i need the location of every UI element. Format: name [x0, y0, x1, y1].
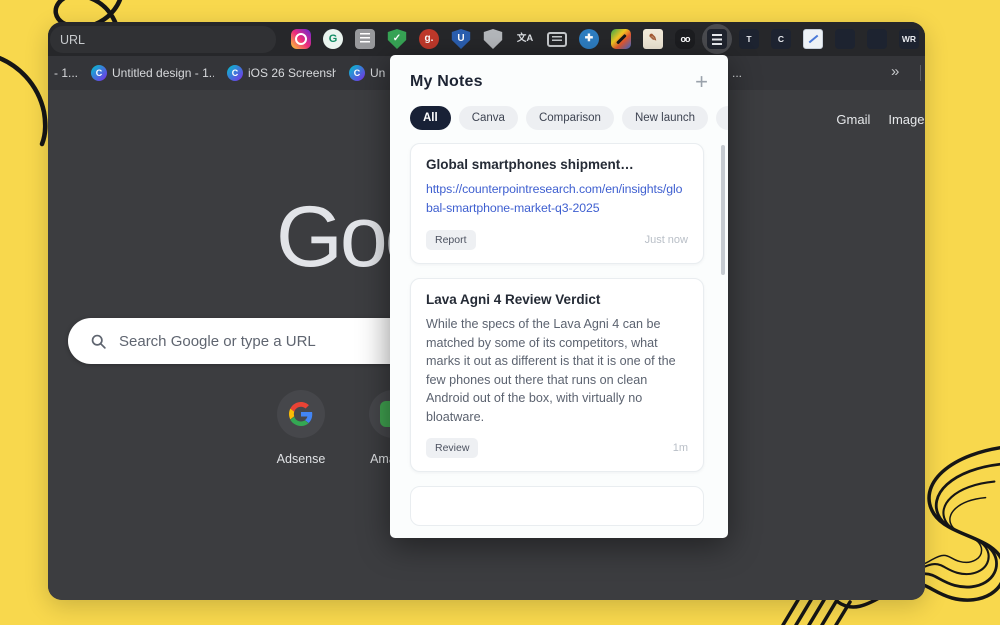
tan-document-extension-icon-glyph: ✎ — [643, 29, 663, 49]
canva-favicon-icon: C — [227, 65, 243, 81]
wr-extension-icon-glyph: WR — [899, 29, 919, 49]
extensions-row: G ✓ g. U 文A ✚ ✎ oo TC WR — [290, 22, 920, 56]
shield-check-extension-icon[interactable]: ✓ — [386, 28, 408, 50]
images-link[interactable]: Images — [888, 112, 925, 127]
canva-favicon-icon: C — [91, 65, 107, 81]
filter-chip-all[interactable]: All — [410, 106, 451, 130]
bookmark-label: Un — [370, 66, 385, 80]
bookmark-label: iOS 26 Screenshot... — [248, 66, 336, 80]
note-title: Global smartphones shipment… — [426, 157, 688, 172]
bookmark-label: Untitled design - 1... — [112, 66, 214, 80]
popup-header: My Notes + — [390, 55, 728, 91]
bookmark-item[interactable]: C Untitled design - 1... — [91, 65, 214, 81]
color-picker-extension-icon[interactable] — [610, 28, 632, 50]
note-card[interactable]: Global smartphones shipment… https://coun… — [410, 143, 704, 264]
translate-extension-icon-glyph: 文A — [515, 29, 535, 49]
popup-title: My Notes — [410, 73, 483, 91]
note-body: While the specs of the Lava Agni 4 can b… — [426, 315, 688, 426]
google-nav: Gmail Images — [836, 112, 925, 127]
dark-extension-icon-2[interactable] — [866, 28, 888, 50]
blue-flower-extension-icon[interactable]: ✚ — [578, 28, 600, 50]
browser-window: URL G✓g.U文A✚✎ooTCWR - 1...CUntitled desi… — [48, 22, 925, 600]
note-timestamp: 1m — [673, 442, 688, 454]
bookmark-overflow-item[interactable]: ... — [732, 66, 742, 80]
dark-extension-icon-2-glyph — [867, 29, 887, 49]
card-extension-icon[interactable] — [546, 28, 568, 50]
letter-t-extension-icon[interactable]: T — [738, 28, 760, 50]
bookmarks-separator — [920, 65, 921, 81]
bookmark-label: - 1... — [54, 66, 78, 80]
my-notes-extension-icon-glyph — [707, 29, 727, 49]
bookmark-item[interactable]: C Un — [349, 65, 385, 81]
dark-extension-icon-glyph — [835, 29, 855, 49]
browser-toolbar: URL G ✓ g. U 文A ✚ ✎ oo TC WR — [48, 22, 925, 56]
filter-chips: All Canva Comparison New launch Report — [390, 106, 728, 130]
note-tag-badge: Report — [426, 230, 476, 250]
note-footer: Review 1m — [426, 438, 688, 458]
bookmarks-more-chevron-icon[interactable]: » — [891, 63, 899, 80]
search-icon — [90, 333, 107, 350]
translate-extension-icon[interactable]: 文A — [514, 28, 536, 50]
blue-shield-extension-icon-glyph: U — [451, 29, 471, 49]
shortcut-adsense[interactable]: Adsense — [255, 390, 347, 466]
goggles-extension-icon[interactable]: oo — [674, 28, 696, 50]
note-card[interactable]: Lava Agni 4 Review Verdict While the spec… — [410, 278, 704, 472]
my-notes-extension-icon[interactable] — [702, 24, 732, 54]
color-picker-extension-icon-glyph — [611, 29, 631, 49]
filter-chip-report[interactable]: Report — [716, 106, 728, 130]
grammarly-extension-icon-glyph: G — [323, 29, 343, 49]
letter-c-extension-icon[interactable]: C — [770, 28, 792, 50]
my-notes-popup: My Notes + All Canva Comparison New launch R… — [390, 55, 728, 538]
notebook-extension-icon-glyph — [355, 29, 375, 49]
notebook-extension-icon[interactable] — [354, 28, 376, 50]
note-footer: Report Just now — [426, 230, 688, 250]
blue-flower-extension-icon-glyph: ✚ — [579, 29, 599, 49]
note-card-partial[interactable] — [410, 486, 704, 526]
notes-list: Global smartphones shipment… https://coun… — [390, 143, 728, 538]
letter-c-extension-icon-glyph: C — [771, 29, 791, 49]
goodreads-extension-icon-glyph: g. — [419, 29, 439, 49]
goodreads-extension-icon[interactable]: g. — [418, 28, 440, 50]
shield-check-extension-icon-glyph: ✓ — [387, 29, 407, 49]
note-title: Lava Agni 4 Review Verdict — [426, 292, 688, 307]
tan-document-extension-icon[interactable]: ✎ — [642, 28, 664, 50]
wr-extension-icon[interactable]: WR — [898, 28, 920, 50]
note-timestamp: Just now — [645, 234, 688, 246]
camera-extension-icon[interactable] — [290, 28, 312, 50]
goggles-extension-icon-glyph: oo — [675, 29, 695, 49]
gmail-link[interactable]: Gmail — [836, 112, 870, 127]
note-link[interactable]: https://counterpointresearch.com/en/insi… — [426, 180, 688, 218]
chart-extension-icon[interactable] — [802, 28, 824, 50]
blue-shield-extension-icon[interactable]: U — [450, 28, 472, 50]
add-note-button[interactable]: + — [695, 73, 708, 91]
shortcut-label: Adsense — [255, 452, 347, 466]
camera-extension-icon-glyph — [291, 29, 311, 49]
google-g-icon — [277, 390, 325, 438]
bookmark-item[interactable]: - 1... — [54, 66, 78, 80]
dark-extension-icon[interactable] — [834, 28, 856, 50]
chart-extension-icon-glyph — [803, 29, 823, 49]
search-placeholder: Search Google or type a URL — [119, 333, 316, 350]
filter-chip-new-launch[interactable]: New launch — [622, 106, 708, 130]
letter-t-extension-icon-glyph: T — [739, 29, 759, 49]
note-tag-badge: Review — [426, 438, 478, 458]
address-bar-text: URL — [60, 33, 85, 47]
popup-scrollbar[interactable] — [721, 145, 725, 275]
card-extension-icon-glyph — [547, 32, 567, 47]
canva-favicon-icon: C — [349, 65, 365, 81]
grammarly-extension-icon[interactable]: G — [322, 28, 344, 50]
bookmark-item[interactable]: CiOS 26 Screenshot... — [227, 65, 336, 81]
filter-chip-canva[interactable]: Canva — [459, 106, 518, 130]
filter-chip-comparison[interactable]: Comparison — [526, 106, 614, 130]
address-bar[interactable]: URL — [50, 26, 276, 53]
grey-shield-extension-icon[interactable] — [482, 28, 504, 50]
grey-shield-extension-icon-glyph — [483, 29, 503, 49]
